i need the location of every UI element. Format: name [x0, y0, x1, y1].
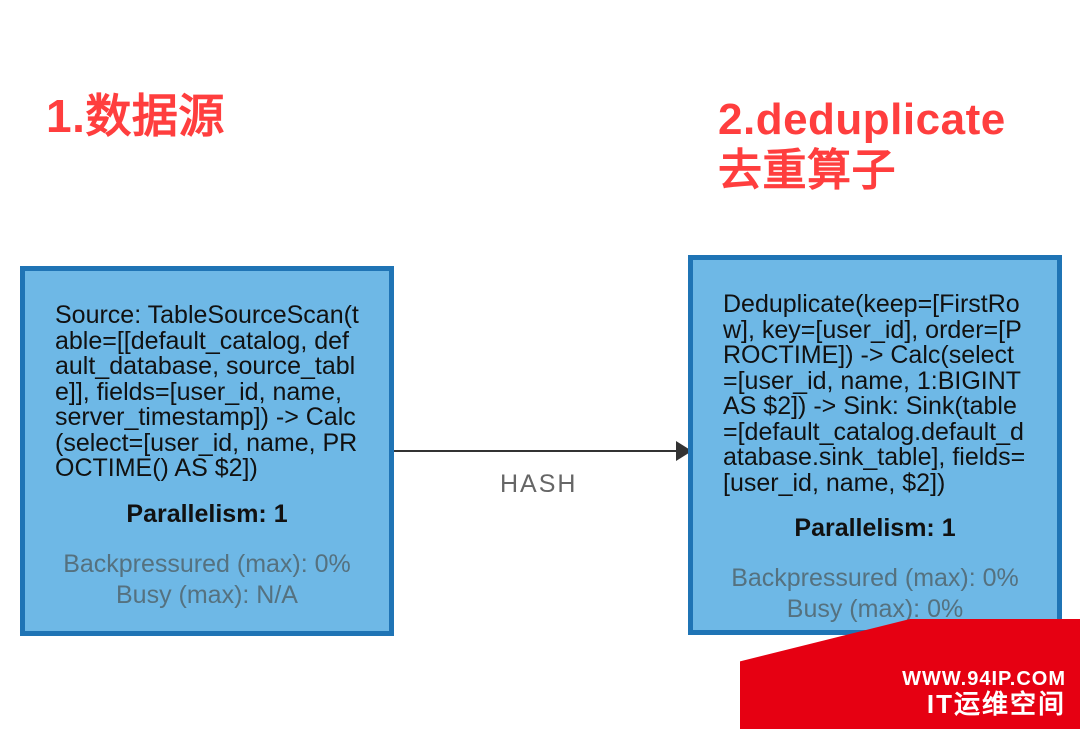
operator-metrics: Backpressured (max): 0% Busy (max): N/A — [55, 549, 359, 612]
operator-node-deduplicate[interactable]: Deduplicate(keep=[FirstRow], key=[user_i… — [688, 255, 1062, 635]
edge-line — [394, 450, 684, 452]
operator-parallelism: Parallelism: 1 — [723, 514, 1027, 543]
diagram-canvas: 1.数据源 2.deduplicate 去重算子 HASH Source: Ta… — [0, 0, 1080, 729]
metric-backpressure: Backpressured (max): 0% — [731, 564, 1019, 592]
edge-label: HASH — [500, 470, 577, 499]
metric-backpressure: Backpressured (max): 0% — [63, 550, 351, 578]
operator-description: Deduplicate(keep=[FirstRow], key=[user_i… — [723, 292, 1027, 496]
operator-parallelism: Parallelism: 1 — [55, 500, 359, 529]
operator-metrics: Backpressured (max): 0% Busy (max): 0% — [723, 563, 1027, 626]
operator-description: Source: TableSourceScan(table=[[default_… — [55, 303, 359, 482]
title-deduplicate-line1: 2.deduplicate — [718, 95, 1006, 144]
metric-busy: Busy (max): N/A — [55, 580, 359, 611]
operator-node-source[interactable]: Source: TableSourceScan(table=[[default_… — [20, 266, 394, 636]
site-ribbon: WWW.94IP.COM IT运维空间 — [740, 619, 1080, 729]
title-source: 1.数据源 — [46, 90, 225, 143]
title-deduplicate: 2.deduplicate 去重算子 — [718, 95, 1006, 196]
ribbon-brand: IT运维空间 — [927, 684, 1066, 721]
title-deduplicate-line2: 去重算子 — [718, 146, 896, 195]
